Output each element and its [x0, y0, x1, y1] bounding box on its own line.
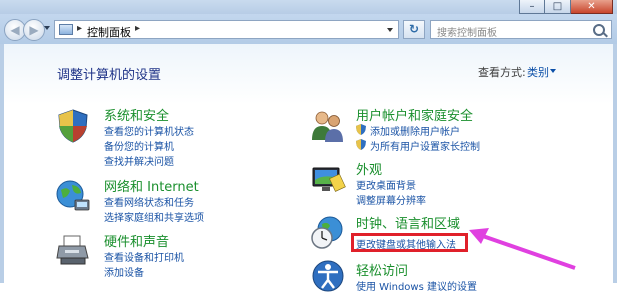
printer-hardware-icon[interactable]	[55, 232, 91, 268]
refresh-button[interactable]: ↻	[403, 20, 425, 39]
monitor-appearance-icon[interactable]	[310, 162, 346, 198]
navigation-toolbar: ◀ ▶ ▸ 控制面板 ▸ ↻ 搜索控制面板	[0, 14, 617, 44]
title-bar: – □ ✕	[0, 0, 617, 14]
page-title: 调整计算机的设置	[57, 68, 162, 83]
search-placeholder: 搜索控制面板	[437, 28, 497, 39]
link-add-device[interactable]: 添加设备	[104, 264, 144, 279]
link-backup-computer[interactable]: 备份您的计算机	[104, 138, 174, 153]
breadcrumb-separator[interactable]: ▸	[77, 23, 82, 34]
category-ease-of-access-title[interactable]: 轻松访问	[356, 260, 408, 279]
link-recommended-settings[interactable]: 使用 Windows 建议的设置	[356, 278, 477, 293]
link-adjust-resolution[interactable]: 调整屏幕分辨率	[356, 192, 426, 207]
category-system-security-title[interactable]: 系统和安全	[104, 105, 169, 124]
users-icon[interactable]	[310, 108, 346, 144]
minimize-button[interactable]: –	[519, 0, 545, 14]
search-input[interactable]: 搜索控制面板	[430, 20, 612, 39]
uac-shield-icon	[356, 139, 366, 150]
clock-globe-icon[interactable]	[310, 215, 346, 251]
caption-buttons: – □ ✕	[519, 0, 613, 14]
chevron-down-icon[interactable]	[550, 69, 556, 73]
category-hardware-sound-title[interactable]: 硬件和声音	[104, 231, 169, 250]
category-appearance-title[interactable]: 外观	[356, 159, 382, 178]
link-find-fix-problems[interactable]: 查找并解决问题	[104, 153, 174, 168]
shield-security-icon[interactable]	[55, 108, 91, 144]
arrow-annotation	[469, 228, 576, 270]
breadcrumb-control-panel[interactable]: 控制面板	[87, 24, 131, 40]
link-add-remove-accounts[interactable]: 添加或删除用户帐户	[356, 123, 460, 138]
address-dropdown-icon[interactable]	[387, 28, 393, 32]
view-by-dropdown[interactable]: 类别	[527, 64, 549, 80]
breadcrumb-separator-trailing[interactable]: ▸	[135, 23, 140, 34]
close-button[interactable]: ✕	[571, 0, 613, 14]
category-user-accounts-title[interactable]: 用户帐户和家庭安全	[356, 105, 473, 124]
control-panel-icon	[59, 24, 73, 35]
address-bar[interactable]: ▸ 控制面板 ▸	[54, 20, 399, 39]
link-view-computer-status[interactable]: 查看您的计算机状态	[104, 123, 194, 138]
link-change-desktop-background[interactable]: 更改桌面背景	[356, 177, 416, 192]
forward-button[interactable]: ▶	[23, 19, 45, 41]
ease-of-access-icon[interactable]	[310, 258, 346, 294]
link-label: 添加或删除用户帐户	[370, 127, 460, 138]
link-devices-printers[interactable]: 查看设备和打印机	[104, 249, 184, 264]
highlight-annotation	[351, 233, 468, 252]
network-globe-icon[interactable]	[55, 178, 91, 214]
link-label: 为所有用户设置家长控制	[370, 142, 480, 153]
link-parental-controls[interactable]: 为所有用户设置家长控制	[356, 138, 480, 153]
uac-shield-icon	[356, 124, 366, 135]
recent-pages-dropdown-icon[interactable]	[44, 26, 50, 30]
link-homegroup-sharing[interactable]: 选择家庭组和共享选项	[104, 209, 204, 224]
search-icon[interactable]	[593, 24, 605, 36]
category-clock-language-region-title[interactable]: 时钟、语言和区域	[356, 213, 460, 232]
category-network-internet-title[interactable]: 网络和 Internet	[104, 176, 199, 195]
view-by-label: 查看方式:	[478, 66, 526, 79]
maximize-button[interactable]: □	[545, 0, 571, 14]
link-view-network-status[interactable]: 查看网络状态和任务	[104, 194, 194, 209]
